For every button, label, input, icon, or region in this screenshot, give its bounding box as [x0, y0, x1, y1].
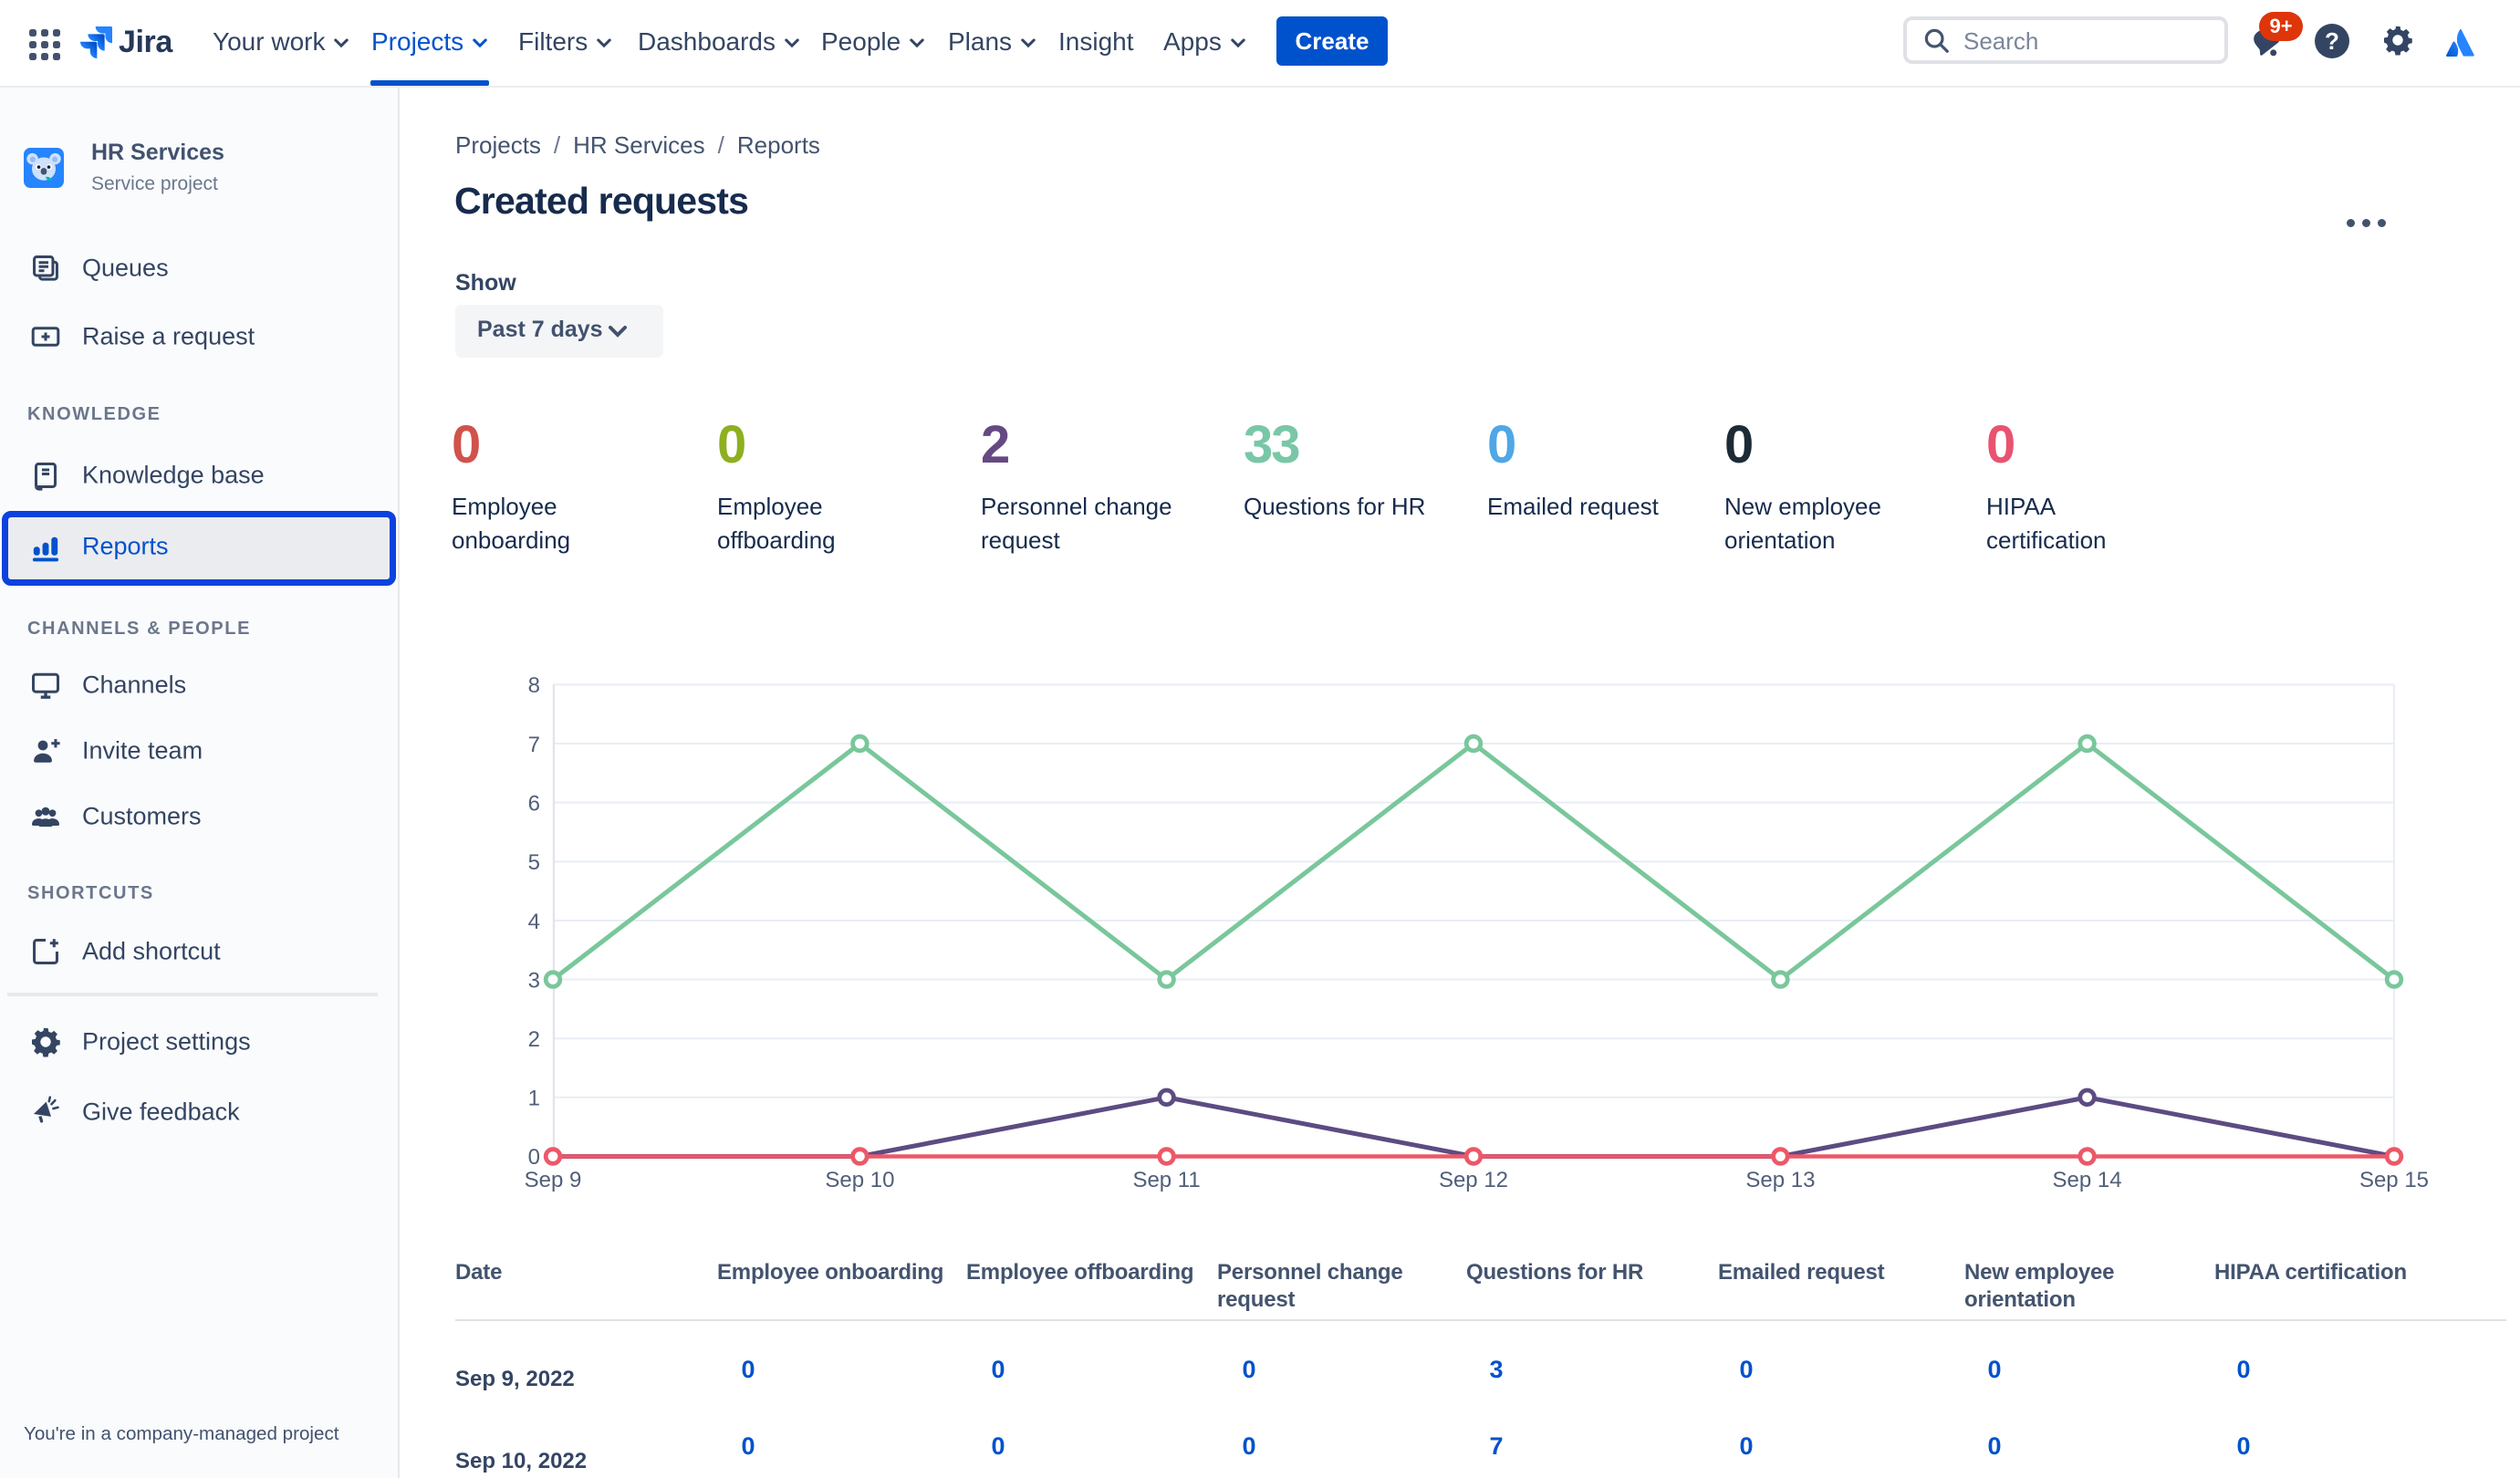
svg-text:6: 6	[528, 791, 540, 816]
svg-text:Sep 10: Sep 10	[825, 1168, 894, 1192]
svg-text:Sep 13: Sep 13	[1745, 1168, 1815, 1192]
svg-text:0: 0	[528, 1145, 540, 1170]
svg-text:4: 4	[528, 910, 540, 934]
svg-text:7: 7	[528, 733, 540, 757]
svg-text:Sep 11: Sep 11	[1132, 1168, 1200, 1192]
svg-text:2: 2	[528, 1027, 540, 1052]
svg-text:Sep 9: Sep 9	[525, 1168, 582, 1192]
svg-text:Sep 15: Sep 15	[2359, 1168, 2429, 1192]
svg-text:3: 3	[528, 968, 540, 993]
svg-text:Sep 12: Sep 12	[1439, 1168, 1508, 1192]
svg-text:1: 1	[528, 1087, 540, 1111]
svg-text:8: 8	[528, 673, 540, 698]
svg-text:5: 5	[528, 850, 540, 875]
svg-text:Sep 14: Sep 14	[2053, 1168, 2122, 1192]
